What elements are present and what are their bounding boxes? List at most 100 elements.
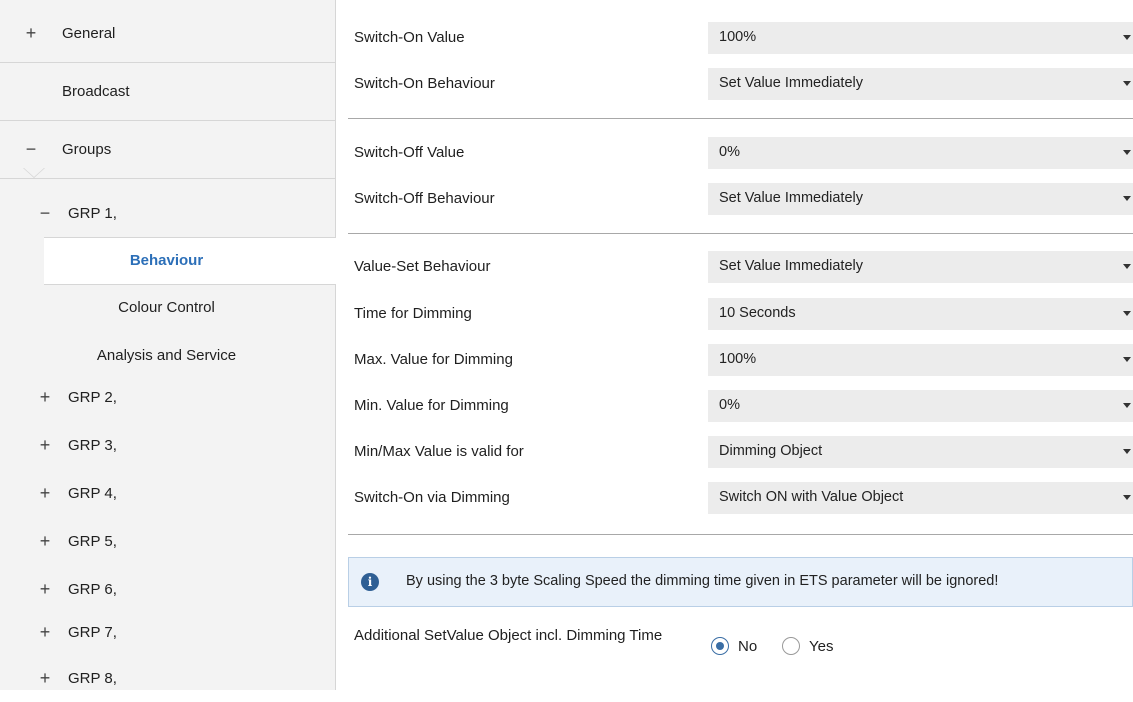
- radio-no[interactable]: No: [711, 637, 757, 655]
- param-row: Time for Dimming 10 Seconds: [336, 294, 1133, 334]
- nav-label-grp: GRP 2,: [68, 388, 117, 406]
- dropdown-value: Set Value Immediately: [719, 258, 863, 274]
- param-label: Switch-Off Value: [354, 144, 465, 161]
- nav-label-general: General: [62, 25, 116, 42]
- nav-item-grp2[interactable]: + GRP 2,: [0, 373, 335, 421]
- param-label: Min. Value for Dimming: [354, 397, 509, 414]
- expand-plus-icon[interactable]: +: [38, 483, 52, 504]
- nav-item-grp1[interactable]: − GRP 1,: [0, 189, 335, 237]
- nav-label-broadcast: Broadcast: [62, 83, 130, 100]
- param-row: Switch-Off Behaviour Set Value Immediate…: [336, 179, 1133, 219]
- expand-plus-icon[interactable]: +: [38, 531, 52, 552]
- collapse-minus-icon[interactable]: −: [38, 203, 52, 224]
- nav-item-grp4[interactable]: + GRP 4,: [0, 469, 335, 517]
- section-divider: [348, 118, 1133, 119]
- nav-label-grp: GRP 7,: [68, 623, 117, 641]
- chevron-down-icon: [1123, 264, 1131, 269]
- param-label: Switch-On Behaviour: [354, 75, 495, 92]
- nav-item-grp3[interactable]: + GRP 3,: [0, 421, 335, 469]
- nav-sub-label: Behaviour: [129, 252, 204, 269]
- param-row: Value-Set Behaviour Set Value Immediatel…: [336, 247, 1133, 287]
- dropdown-value: Set Value Immediately: [719, 190, 863, 206]
- switch-on-via-dimming-dropdown[interactable]: Switch ON with Value Object: [708, 482, 1133, 514]
- param-row: Switch-On Value 100%: [336, 18, 1133, 58]
- expand-plus-icon[interactable]: +: [38, 622, 52, 643]
- expand-plus-icon[interactable]: +: [38, 387, 52, 408]
- nav-sub-label: Analysis and Service: [96, 347, 237, 364]
- param-label: Switch-On Value: [354, 29, 465, 46]
- dropdown-value: 100%: [719, 29, 757, 45]
- expand-plus-icon[interactable]: +: [24, 23, 38, 44]
- chevron-down-icon: [1123, 150, 1131, 155]
- time-for-dimming-dropdown[interactable]: 10 Seconds: [708, 298, 1133, 330]
- nav-item-grp7[interactable]: + GRP 7,: [0, 608, 335, 656]
- param-row: Switch-On Behaviour Set Value Immediatel…: [336, 64, 1133, 104]
- radio-label: No: [738, 637, 758, 655]
- expand-plus-icon[interactable]: +: [38, 435, 52, 456]
- section-divider: [348, 534, 1133, 535]
- param-row: Switch-On via Dimming Switch ON with Val…: [336, 478, 1133, 518]
- radio-circle-icon[interactable]: [782, 637, 800, 655]
- chevron-down-icon: [1123, 311, 1131, 316]
- param-row: Min/Max Value is valid for Dimming Objec…: [336, 432, 1133, 472]
- chevron-down-icon: [1123, 196, 1131, 201]
- switch-off-value-dropdown[interactable]: 0%: [708, 137, 1133, 169]
- param-label: Additional SetValue Object incl. Dimming…: [354, 627, 663, 644]
- chevron-down-icon: [1123, 403, 1131, 408]
- radio-circle-icon[interactable]: [711, 637, 729, 655]
- nav-item-grp8[interactable]: + GRP 8,: [0, 654, 335, 702]
- param-label: Value-Set Behaviour: [354, 258, 491, 275]
- param-label: Max. Value for Dimming: [354, 351, 513, 368]
- nav-item-grp6[interactable]: + GRP 6,: [0, 565, 335, 613]
- nav-label-grp1: GRP 1,: [68, 204, 117, 222]
- dropdown-value: 0%: [719, 144, 740, 160]
- min-value-dimming-dropdown[interactable]: 0%: [708, 390, 1133, 422]
- nav-item-grp5[interactable]: + GRP 5,: [0, 517, 335, 565]
- nav-label-grp: GRP 4,: [68, 484, 117, 502]
- switch-on-behaviour-dropdown[interactable]: Set Value Immediately: [708, 68, 1133, 100]
- nav-label-grp: GRP 5,: [68, 532, 117, 550]
- radio-label: Yes: [809, 637, 834, 655]
- chevron-down-icon: [1123, 449, 1131, 454]
- max-value-dimming-dropdown[interactable]: 100%: [708, 344, 1133, 376]
- nav-item-broadcast[interactable]: Broadcast: [0, 63, 335, 121]
- dropdown-value: 0%: [719, 397, 740, 413]
- chevron-down-icon: [1123, 357, 1131, 362]
- dropdown-value: 10 Seconds: [719, 305, 796, 321]
- switch-on-value-dropdown[interactable]: 100%: [708, 22, 1133, 54]
- value-set-behaviour-dropdown[interactable]: Set Value Immediately: [708, 251, 1133, 283]
- nav-sub-colour-control[interactable]: Colour Control: [44, 284, 335, 332]
- expand-plus-icon[interactable]: +: [38, 579, 52, 600]
- param-row: Max. Value for Dimming 100%: [336, 340, 1133, 380]
- collapse-minus-icon[interactable]: −: [24, 139, 38, 160]
- info-icon: i: [361, 573, 379, 591]
- dropdown-value: Switch ON with Value Object: [719, 489, 904, 505]
- param-label: Switch-Off Behaviour: [354, 190, 495, 207]
- nav-item-general[interactable]: + General: [0, 5, 335, 63]
- additional-setvalue-row: Additional SetValue Object incl. Dimming…: [336, 624, 1133, 674]
- chevron-down-icon: [1123, 81, 1131, 86]
- section-divider: [348, 233, 1133, 234]
- dropdown-value: Dimming Object: [719, 443, 823, 459]
- expand-plus-icon[interactable]: +: [38, 668, 52, 689]
- dropdown-value: 100%: [719, 351, 757, 367]
- parameter-panel: Switch-On Value 100% Switch-On Behaviour…: [336, 0, 1133, 690]
- nav-label-groups: Groups: [62, 141, 112, 158]
- param-row: Min. Value for Dimming 0%: [336, 386, 1133, 426]
- nav-label-grp: GRP 6,: [68, 580, 117, 598]
- param-row: Switch-Off Value 0%: [336, 133, 1133, 173]
- sidebar: + General Broadcast − Groups − GRP 1, Be…: [0, 0, 336, 690]
- radio-yes[interactable]: Yes: [782, 637, 833, 655]
- min-max-valid-for-dropdown[interactable]: Dimming Object: [708, 436, 1133, 468]
- param-label: Time for Dimming: [354, 305, 472, 322]
- chevron-down-icon: [1123, 35, 1131, 40]
- switch-off-behaviour-dropdown[interactable]: Set Value Immediately: [708, 183, 1133, 215]
- chevron-down-icon: [1123, 495, 1131, 500]
- nav-label-grp: GRP 8,: [68, 669, 117, 687]
- nav-sub-label: Colour Control: [118, 299, 215, 316]
- nav-sub-behaviour[interactable]: Behaviour: [44, 237, 336, 285]
- nav-label-grp: GRP 3,: [68, 436, 117, 454]
- info-text: By using the 3 byte Scaling Speed the di…: [406, 573, 999, 589]
- nav-item-groups[interactable]: − Groups: [0, 121, 335, 179]
- info-message: i By using the 3 byte Scaling Speed the …: [348, 557, 1133, 607]
